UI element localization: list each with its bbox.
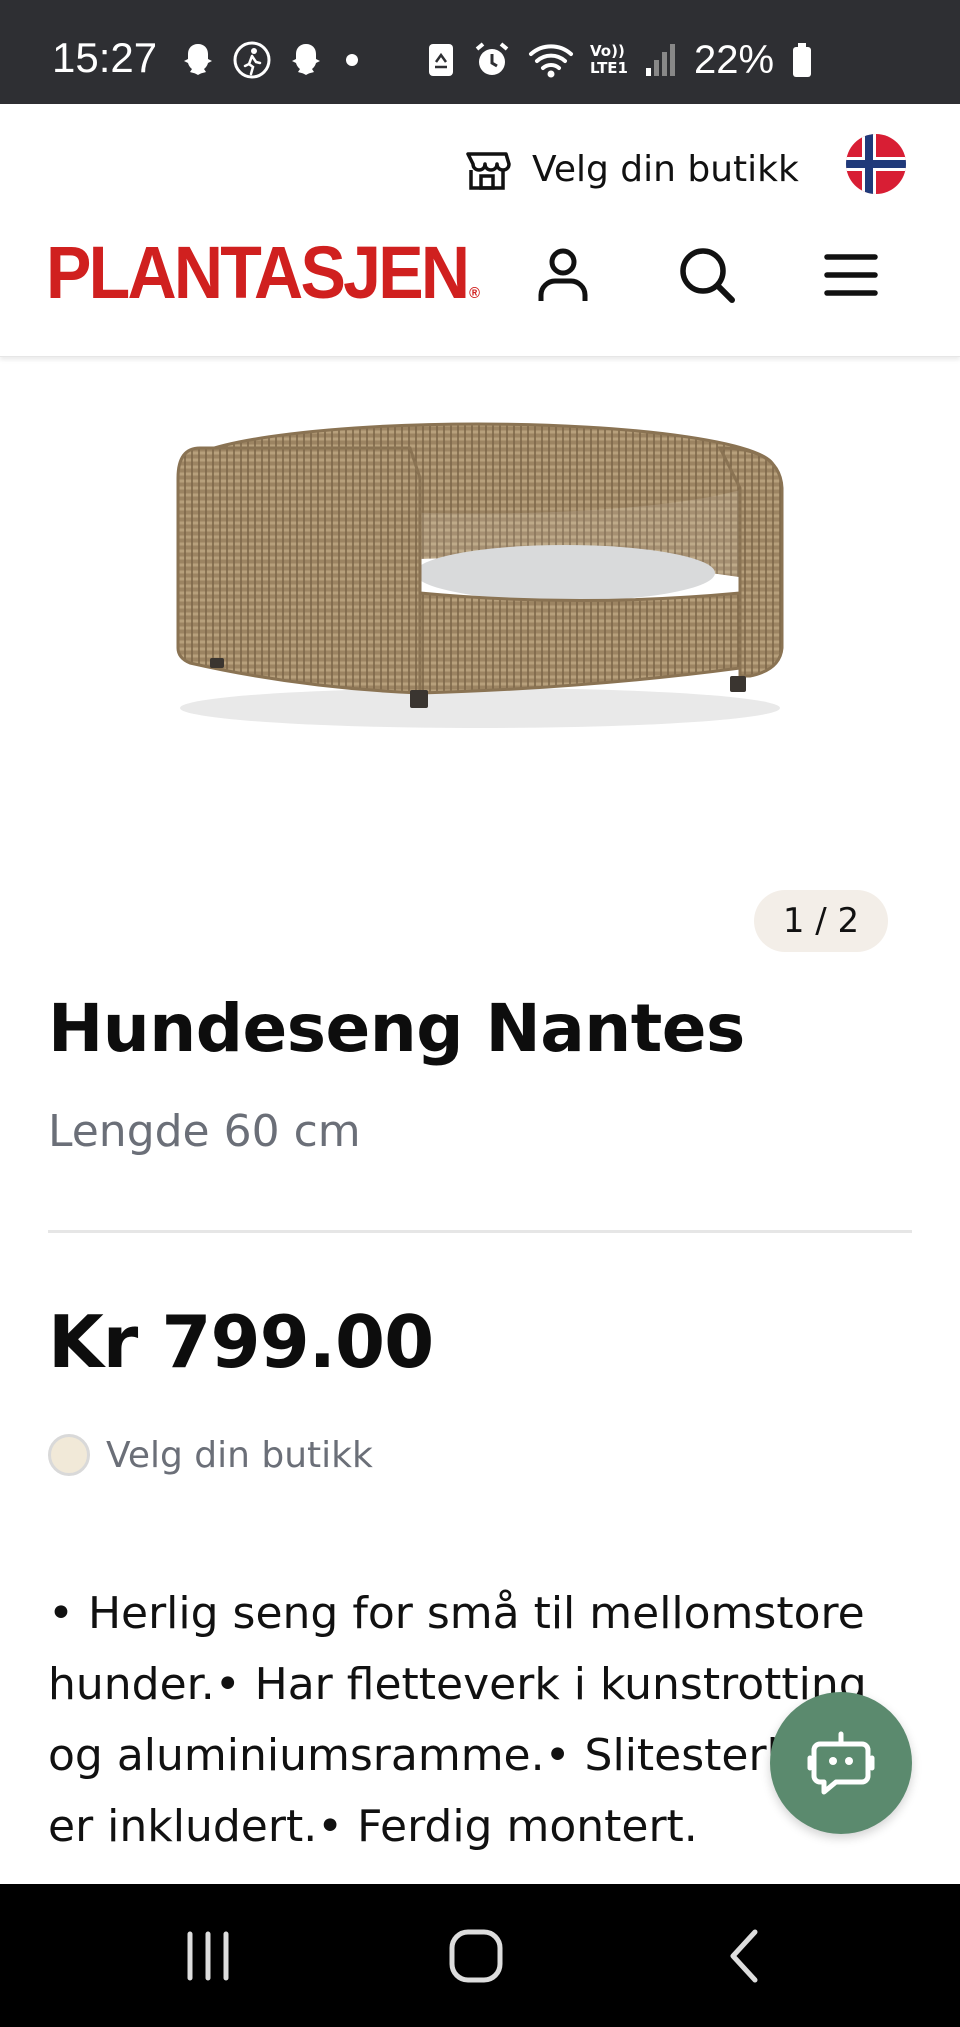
recents-icon bbox=[187, 1931, 229, 1981]
volte-icon: Vo)) LTE1 bbox=[590, 43, 628, 77]
norway-flag-icon[interactable] bbox=[846, 134, 906, 194]
chatbot-icon bbox=[807, 1731, 875, 1795]
divider bbox=[48, 1230, 912, 1233]
dot-icon bbox=[346, 54, 358, 66]
logo-registered-mark: ® bbox=[469, 285, 480, 302]
system-navigation-bar bbox=[0, 1884, 960, 2027]
home-icon bbox=[449, 1929, 503, 1983]
volte-label-top: Vo)) bbox=[590, 42, 625, 60]
search-icon bbox=[680, 248, 735, 303]
status-notification-icons bbox=[178, 38, 364, 82]
menu-icon bbox=[824, 254, 878, 296]
site-header: Velg din butikk PLANTASJEN ® bbox=[0, 104, 960, 357]
wifi-icon bbox=[529, 44, 573, 78]
product-subtitle: Lengde 60 cm bbox=[48, 1106, 361, 1157]
recents-button[interactable] bbox=[168, 1924, 248, 1988]
choose-store-link[interactable]: Velg din butikk bbox=[462, 144, 799, 194]
recycle-icon bbox=[429, 44, 453, 76]
back-icon bbox=[730, 1929, 758, 1983]
logo-text: PLANTASJEN bbox=[46, 231, 470, 314]
product-title: Hundeseng Nantes bbox=[48, 990, 745, 1067]
store-select-label: Velg din butikk bbox=[106, 1434, 373, 1476]
store-status-indicator bbox=[48, 1434, 90, 1476]
battery-icon bbox=[793, 43, 812, 77]
product-image[interactable] bbox=[160, 408, 800, 738]
volte-label-bottom: LTE1 bbox=[590, 59, 628, 77]
store-availability-select[interactable]: Velg din butikk bbox=[48, 1434, 373, 1476]
status-time: 15:27 bbox=[52, 34, 158, 81]
store-icon bbox=[466, 152, 511, 190]
status-bar: 15:27 Vo)) LTE1 22% bbox=[0, 0, 960, 104]
home-button[interactable] bbox=[436, 1924, 516, 1988]
plantasjen-logo[interactable]: PLANTASJEN ® bbox=[46, 230, 480, 315]
choose-store-label: Velg din butikk bbox=[532, 148, 799, 190]
back-button[interactable] bbox=[706, 1924, 786, 1988]
battery-percent: 22% bbox=[694, 37, 775, 82]
walking-icon bbox=[233, 41, 271, 79]
snapchat-icon bbox=[292, 44, 320, 75]
product-price: Kr 799.00 bbox=[48, 1300, 434, 1384]
user-icon bbox=[538, 248, 588, 301]
menu-button[interactable] bbox=[816, 240, 886, 310]
snapchat-icon bbox=[184, 44, 212, 75]
chatbot-button[interactable] bbox=[770, 1692, 912, 1834]
search-button[interactable] bbox=[672, 240, 742, 310]
signal-icon bbox=[646, 44, 675, 76]
account-button[interactable] bbox=[528, 240, 598, 310]
alarm-icon bbox=[475, 42, 509, 75]
image-counter: 1 / 2 bbox=[754, 890, 888, 952]
status-system-icons: Vo)) LTE1 22% bbox=[426, 38, 814, 82]
